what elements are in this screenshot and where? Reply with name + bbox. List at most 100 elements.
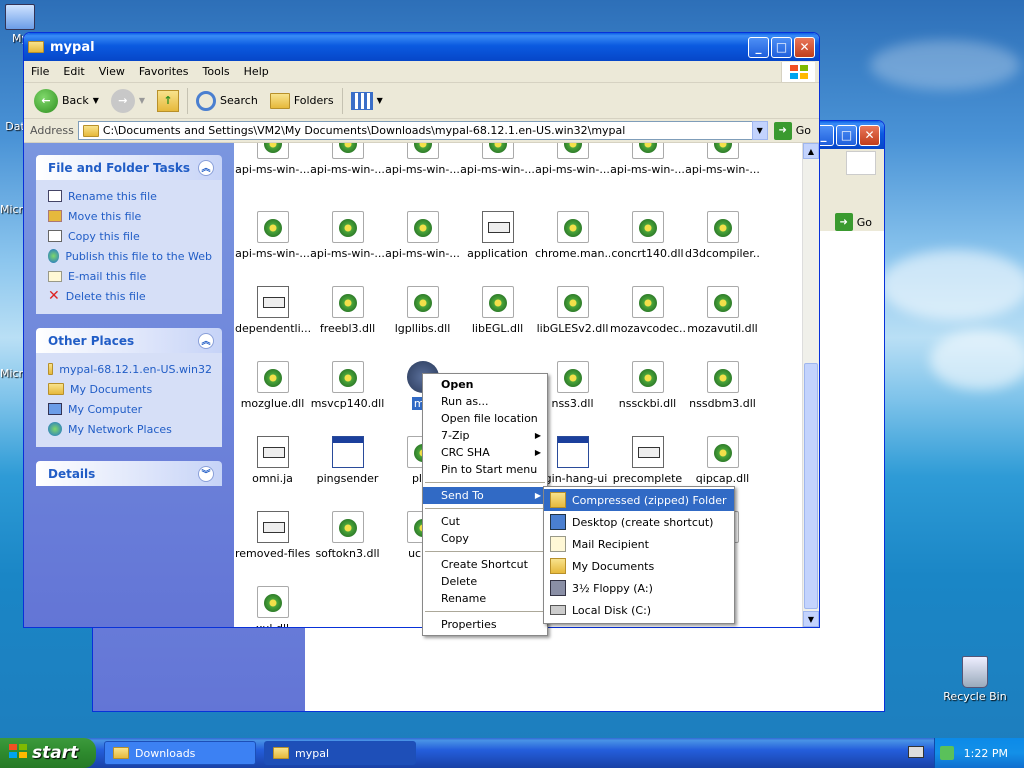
menu-help[interactable]: Help [237,65,276,78]
taskbar-item-mypal[interactable]: mypal [264,741,416,765]
file-item[interactable]: nssdbm3.dll [685,361,760,410]
file-item[interactable]: api-ms-win-... [610,143,685,176]
chevron-down-icon[interactable]: ▼ [93,96,99,105]
task-move[interactable]: Move this file [48,206,212,226]
expand-icon[interactable]: ︾ [198,465,214,482]
menu-tools[interactable]: Tools [196,65,237,78]
collapse-icon[interactable]: ︽ [198,159,214,176]
file-item[interactable]: mozavutil.dll [685,286,760,335]
place-my-documents[interactable]: My Documents [48,379,212,399]
task-rename[interactable]: Rename this file [48,186,212,206]
context-menu-item[interactable]: Copy [423,530,547,547]
task-copy[interactable]: Copy this file [48,226,212,246]
taskbar-item-downloads[interactable]: Downloads [104,741,256,765]
send-to-floppy[interactable]: 3½ Floppy (A:) [544,577,734,599]
send-to-mail-recipient[interactable]: Mail Recipient [544,533,734,555]
file-item[interactable]: api-ms-win-... [460,143,535,176]
panel-header[interactable]: Other Places ︽ [36,328,222,353]
file-item[interactable]: freebl3.dll [310,286,385,335]
maximize-button[interactable]: □ [836,124,857,146]
close-button[interactable]: ✕ [794,36,815,58]
context-menu-item[interactable]: Cut [423,513,547,530]
close-button[interactable]: ✕ [859,124,880,146]
clock[interactable]: 1:22 PM [964,747,1008,760]
file-item[interactable]: omni.ja [235,436,310,485]
menu-view[interactable]: View [92,65,132,78]
context-menu-item[interactable]: Run as... [423,393,547,410]
scroll-up-button[interactable]: ▲ [803,143,819,159]
panel-header[interactable]: Details ︾ [36,461,222,486]
context-menu-item[interactable]: Send To ▶ [423,487,547,504]
search-button[interactable]: Search [192,90,262,111]
place-parent-folder[interactable]: mypal-68.12.1.en-US.win32 [48,359,212,379]
forward-button[interactable]: → ▼ [107,88,149,113]
file-item[interactable]: dependentli... [235,286,310,335]
context-menu-item[interactable]: Rename [423,590,547,607]
place-my-network[interactable]: My Network Places [48,419,212,439]
file-item[interactable]: removed-files [235,511,310,560]
desktop-icon-recycle-bin[interactable]: Recycle Bin [940,656,1010,703]
back-button[interactable]: ← Back ▼ [30,88,103,113]
file-item[interactable]: api-ms-win-... [385,211,460,260]
tray-recycle-icon[interactable] [939,746,954,760]
keyboard-icon[interactable] [908,746,924,758]
file-item[interactable]: mozglue.dll [235,361,310,410]
file-item[interactable]: concrt140.dll [610,211,685,260]
file-item[interactable]: api-ms-win-... [235,143,310,176]
context-menu-item[interactable]: Create Shortcut [423,556,547,573]
up-button[interactable]: ↑ [153,89,183,112]
send-to-desktop[interactable]: Desktop (create shortcut) [544,511,734,533]
address-dropdown[interactable]: ▼ [751,121,768,140]
file-item[interactable]: lgpllibs.dll [385,286,460,335]
minimize-button[interactable]: _ [748,36,769,58]
menu-edit[interactable]: Edit [56,65,91,78]
context-menu-item[interactable]: Open file location [423,410,547,427]
file-item[interactable]: precomplete [610,436,685,485]
address-input[interactable]: C:\Documents and Settings\VM2\My Documen… [77,121,766,140]
menu-file[interactable]: File [24,65,56,78]
task-publish[interactable]: Publish this file to the Web [48,246,212,266]
context-menu-item[interactable]: Pin to Start menu [423,461,547,478]
send-to-local-disk[interactable]: Local Disk (C:) [544,599,734,621]
file-item[interactable]: mozavcodec... [610,286,685,335]
context-menu-item[interactable]: 7-Zip ▶ [423,427,547,444]
place-my-computer[interactable]: My Computer [48,399,212,419]
file-item[interactable]: api-ms-win-... [685,143,760,176]
vertical-scrollbar[interactable]: ▲ ▼ [802,143,819,627]
scroll-thumb[interactable] [804,363,818,609]
menu-favorites[interactable]: Favorites [132,65,196,78]
context-menu-item[interactable]: CRC SHA ▶ [423,444,547,461]
panel-header[interactable]: File and Folder Tasks ︽ [36,155,222,180]
file-item[interactable]: api-ms-win-... [235,211,310,260]
file-item[interactable]: chrome.man... [535,211,610,260]
folders-button[interactable]: Folders [266,92,338,109]
file-item[interactable]: application [460,211,535,260]
file-item[interactable]: api-ms-win-... [310,211,385,260]
scroll-down-button[interactable]: ▼ [803,611,819,627]
task-email[interactable]: E-mail this file [48,266,212,286]
send-to-my-documents[interactable]: My Documents [544,555,734,577]
file-item[interactable]: qipcap.dll [685,436,760,485]
file-item[interactable]: api-ms-win-... [310,143,385,176]
background-go-button[interactable]: ➜ Go [834,213,872,231]
views-button[interactable]: ▼ [347,91,387,110]
maximize-button[interactable]: □ [771,36,792,58]
task-delete[interactable]: ✕ Delete this file [48,286,212,306]
file-item[interactable]: d3dcompiler... [685,211,760,260]
send-to-compressed-folder[interactable]: Compressed (zipped) Folder [544,489,734,511]
window-titlebar[interactable]: mypal _ □ ✕ [24,33,819,61]
context-menu-item[interactable]: Open [423,376,547,393]
file-item[interactable]: api-ms-win-... [535,143,610,176]
file-item[interactable]: msvcp140.dll [310,361,385,410]
collapse-icon[interactable]: ︽ [198,332,214,349]
start-button[interactable]: start [0,738,96,768]
context-menu-item[interactable]: Properties [423,616,547,633]
file-item[interactable]: xul.dll [235,586,310,627]
file-item[interactable]: libGLESv2.dll [535,286,610,335]
file-item[interactable]: nssckbi.dll [610,361,685,410]
context-menu-item[interactable]: Delete [423,573,547,590]
file-item[interactable]: api-ms-win-... [385,143,460,176]
chevron-down-icon[interactable]: ▼ [139,96,145,105]
file-item[interactable]: libEGL.dll [460,286,535,335]
file-item[interactable]: pingsender [310,436,385,485]
